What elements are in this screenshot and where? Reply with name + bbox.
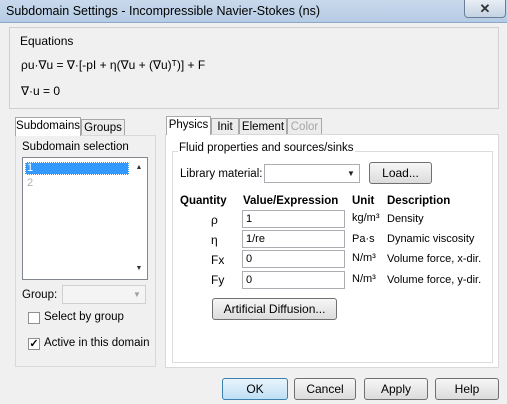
- select-by-group-label: Select by group: [44, 311, 124, 323]
- equation-continuity: ∇·u = 0: [21, 84, 61, 98]
- density-input[interactable]: 1: [242, 210, 345, 228]
- viscosity-input[interactable]: 1/re: [242, 230, 345, 248]
- header-quantity: Quantity: [180, 195, 227, 207]
- force-x-input[interactable]: 0: [242, 250, 345, 268]
- select-by-group-checkbox[interactable]: [28, 312, 40, 324]
- list-item[interactable]: 1: [25, 162, 129, 175]
- description-viscosity: Dynamic viscosity: [387, 233, 475, 245]
- active-in-domain-checkbox[interactable]: ✓: [28, 338, 40, 350]
- tab-groups[interactable]: Groups: [81, 119, 125, 136]
- force-y-input[interactable]: 0: [242, 271, 345, 289]
- unit-viscosity: Pa·s: [352, 233, 375, 245]
- group-label: Group:: [22, 289, 58, 301]
- quantity-eta: η: [211, 233, 218, 247]
- ok-button[interactable]: OK: [222, 378, 288, 400]
- description-force-x: Volume force, x-dir.: [387, 253, 482, 265]
- unit-force-x: N/m³: [352, 252, 376, 264]
- artificial-diffusion-button[interactable]: Artificial Diffusion...: [212, 298, 337, 320]
- tab-physics[interactable]: Physics: [166, 116, 211, 135]
- load-button[interactable]: Load...: [369, 162, 432, 184]
- equations-title: Equations: [20, 34, 74, 48]
- fluid-properties-title: Fluid properties and sources/sinks: [178, 142, 355, 154]
- library-material-combo[interactable]: ▼: [264, 164, 360, 183]
- apply-button[interactable]: Apply: [364, 378, 428, 400]
- list-item[interactable]: 2: [25, 177, 129, 190]
- unit-density: kg/m³: [352, 212, 380, 224]
- window-title: Subdomain Settings - Incompressible Navi…: [6, 4, 321, 18]
- quantity-fy: Fy: [211, 273, 225, 287]
- close-button[interactable]: ✕: [464, 0, 506, 18]
- checkmark-icon: ✓: [29, 338, 39, 350]
- header-unit: Unit: [352, 195, 375, 207]
- quantity-rho: ρ: [211, 213, 218, 227]
- scroll-up-icon[interactable]: ▲: [132, 161, 146, 175]
- description-density: Density: [387, 213, 424, 225]
- header-description: Description: [387, 195, 451, 207]
- description-force-y: Volume force, y-dir.: [387, 274, 482, 286]
- quantity-fx: Fx: [211, 253, 225, 267]
- header-value: Value/Expression: [243, 195, 339, 207]
- chevron-down-icon: ▼: [133, 290, 141, 299]
- equation-momentum: ρu·∇u = ∇·[-pI + η(∇u + (∇u)ᵀ)] + F: [21, 58, 206, 72]
- subdomain-list[interactable]: 1 2 ▲ ▼: [22, 157, 148, 280]
- group-combo[interactable]: ▼: [62, 285, 146, 304]
- tab-subdomains[interactable]: Subdomains: [15, 117, 81, 136]
- tab-element[interactable]: Element: [239, 118, 287, 135]
- subdomain-selection-label: Subdomain selection: [22, 141, 129, 153]
- unit-force-y: N/m³: [352, 273, 376, 285]
- chevron-down-icon: ▼: [347, 169, 355, 178]
- tab-color[interactable]: Color: [287, 118, 322, 135]
- tab-init[interactable]: Init: [211, 118, 239, 135]
- active-in-domain-label: Active in this domain: [44, 337, 150, 349]
- library-material-label: Library material:: [180, 168, 263, 180]
- cancel-button[interactable]: Cancel: [294, 378, 356, 400]
- scroll-down-icon[interactable]: ▼: [132, 262, 146, 276]
- help-button[interactable]: Help: [435, 378, 499, 400]
